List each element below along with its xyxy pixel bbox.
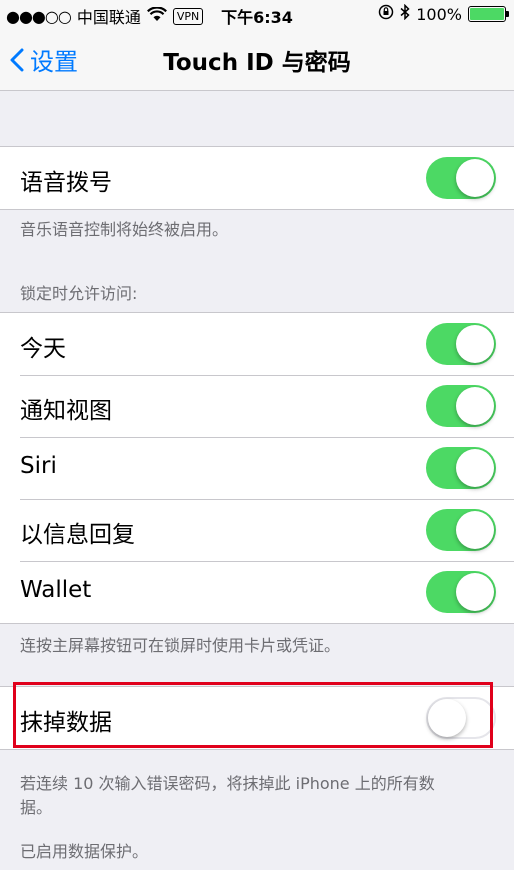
lock-access-header: 锁定时允许访问: <box>20 284 138 303</box>
today-label: 今天 <box>20 336 66 362</box>
toggle-knob <box>456 511 494 549</box>
data-protection-status: 已启用数据保护。 <box>20 842 149 861</box>
reply-with-message-label: 以信息回复 <box>20 522 135 548</box>
battery-percent: 100% <box>416 4 462 24</box>
voice-dial-toggle[interactable] <box>426 157 496 199</box>
lock-access-row-notifications: 通知视图 <box>0 375 514 437</box>
lock-access-row-siri: Siri <box>0 437 514 499</box>
lock-access-row-wallet: Wallet <box>0 561 514 623</box>
notification-view-toggle[interactable] <box>426 385 496 427</box>
lock-access-footer: 连按主屏幕按钮可在锁屏时使用卡片或凭证。 <box>20 636 341 655</box>
reply-with-message-toggle[interactable] <box>426 509 496 551</box>
lock-access-row-reply: 以信息回复 <box>0 499 514 561</box>
voice-dial-row: 语音拨号 <box>0 147 514 209</box>
orientation-lock-icon <box>378 4 394 24</box>
toggle-knob <box>456 325 494 363</box>
wallet-label: Wallet <box>20 577 92 603</box>
today-toggle[interactable] <box>426 323 496 365</box>
notification-view-label: 通知视图 <box>20 398 112 424</box>
navigation-bar: 设置 Touch ID 与密码 <box>0 28 514 91</box>
voice-dial-group: 语音拨号 <box>0 146 514 210</box>
lock-access-group: 今天 通知视图 Siri 以信息回复 Wallet <box>0 312 514 624</box>
siri-toggle[interactable] <box>426 447 496 489</box>
siri-label: Siri <box>20 453 57 479</box>
wallet-toggle[interactable] <box>426 571 496 613</box>
battery-icon <box>468 6 509 22</box>
toggle-knob <box>456 573 494 611</box>
voice-dial-label: 语音拨号 <box>20 170 112 196</box>
erase-data-footer-line2: 据。 <box>20 798 53 817</box>
toggle-knob <box>456 387 494 425</box>
status-right: 100% <box>378 3 509 24</box>
voice-dial-footer: 音乐语音控制将始终被启用。 <box>20 220 229 239</box>
erase-data-footer-line1: 若连续 10 次输入错误密码，将抹掉此 iPhone 上的所有数 <box>20 774 435 793</box>
status-bar: ●●●○○ 中国联通 VPN 下午6:34 100% <box>0 0 514 28</box>
toggle-knob <box>456 449 494 487</box>
lock-access-row-today: 今天 <box>0 313 514 375</box>
toggle-knob <box>456 159 494 197</box>
page-title: Touch ID 与密码 <box>163 50 351 76</box>
highlight-box <box>13 682 493 748</box>
bluetooth-icon <box>400 3 410 24</box>
